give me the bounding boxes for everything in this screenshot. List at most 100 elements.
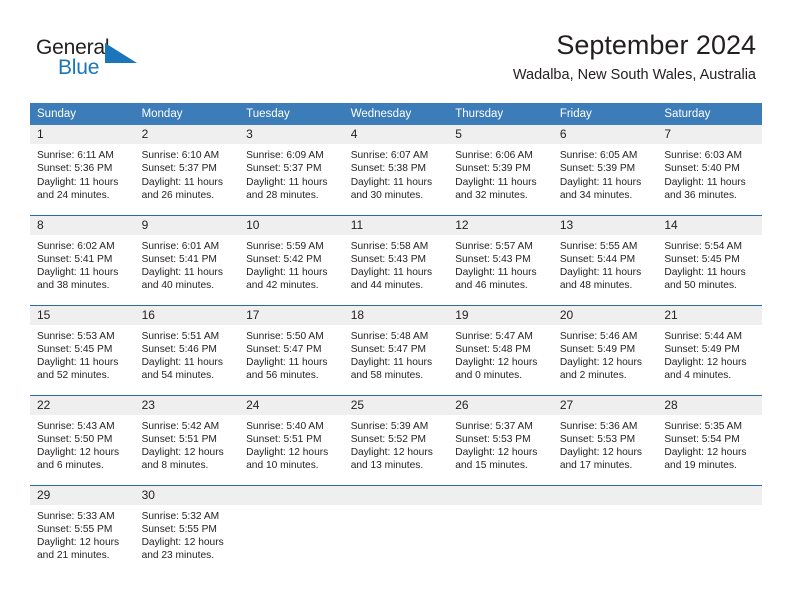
day-number: 18 — [343, 305, 449, 325]
calendar-day-cell[interactable]: 29 Sunrise: 5:33 AM Sunset: 5:55 PM Dayligh… — [30, 484, 135, 575]
daylight-text: Daylight: 11 hours and 30 minutes. — [350, 176, 433, 201]
sunset-text: Sunset: 5:41 PM — [141, 253, 217, 265]
calendar-day-cell[interactable]: 9 Sunrise: 6:01 AM Sunset: 5:41 PM Daylight… — [134, 214, 240, 305]
sunset-text: Sunset: 5:47 PM — [246, 343, 322, 355]
sunset-text: Sunset: 5:44 PM — [559, 253, 636, 265]
sunset-text: Sunset: 5:37 PM — [141, 163, 217, 175]
sunset-text: Sunset: 5:54 PM — [664, 433, 740, 445]
calendar-day-cell[interactable]: 16 Sunrise: 5:51 AM Sunset: 5:46 PM Dayligh… — [134, 304, 240, 395]
weekday-header-thursday: Thursday — [448, 103, 553, 125]
calendar-day-cell[interactable]: 11 Sunrise: 5:58 AM Sunset: 5:43 PM Dayligh… — [343, 214, 449, 305]
daylight-text: Daylight: 11 hours and 56 minutes. — [246, 357, 328, 382]
sunrise-text: Sunrise: 5:50 AM — [246, 330, 324, 342]
day-number: 19 — [448, 305, 553, 325]
calendar-day-cell[interactable]: 22 Sunrise: 5:43 AM Sunset: 5:50 PM Dayligh… — [30, 394, 135, 485]
daylight-text: Daylight: 12 hours and 8 minutes. — [141, 447, 224, 472]
calendar-day-cell[interactable]: 21 Sunrise: 5:44 AM Sunset: 5:49 PM Dayligh… — [657, 304, 762, 395]
day-details: Sunrise: 6:05 AM Sunset: 5:39 PM Daylight:… — [553, 144, 658, 202]
daylight-text: Daylight: 11 hours and 46 minutes. — [455, 267, 537, 292]
general-blue-logo[interactable]: General Blue — [36, 36, 166, 84]
sunrise-text: Sunrise: 5:37 AM — [455, 420, 533, 432]
sunset-text: Sunset: 5:51 PM — [246, 433, 322, 445]
day-number: 24 — [239, 395, 344, 415]
daylight-text: Daylight: 11 hours and 44 minutes. — [350, 267, 433, 292]
daylight-text: Daylight: 11 hours and 26 minutes. — [141, 176, 223, 201]
sunrise-text: Sunrise: 5:51 AM — [141, 330, 220, 342]
calendar-day-cell[interactable]: 20 Sunrise: 5:46 AM Sunset: 5:49 PM Dayligh… — [552, 304, 658, 395]
weekday-header-saturday: Saturday — [657, 103, 762, 125]
daylight-text: Daylight: 12 hours and 23 minutes. — [141, 537, 224, 562]
daylight-text: Daylight: 12 hours and 2 minutes. — [559, 357, 642, 382]
calendar-day-cell[interactable]: 6 Sunrise: 6:05 AM Sunset: 5:39 PM Daylight… — [552, 125, 658, 215]
calendar-day-cell[interactable]: 30 Sunrise: 5:32 AM Sunset: 5:55 PM Dayligh… — [134, 484, 240, 575]
day-details: Sunrise: 5:50 AM Sunset: 5:47 PM Daylight:… — [239, 325, 344, 383]
calendar-day-cell[interactable]: 1 Sunrise: 6:11 AM Sunset: 5:36 PM Daylight… — [30, 125, 135, 215]
calendar-day-cell[interactable]: 13 Sunrise: 5:55 AM Sunset: 5:44 PM Dayligh… — [552, 214, 658, 305]
day-details: Sunrise: 5:53 AM Sunset: 5:45 PM Daylight:… — [30, 325, 135, 383]
sunrise-text: Sunrise: 5:48 AM — [350, 330, 429, 342]
day-number: 21 — [657, 305, 762, 325]
sunset-text: Sunset: 5:47 PM — [350, 343, 427, 355]
calendar-day-cell[interactable]: 28 Sunrise: 5:35 AM Sunset: 5:54 PM Dayligh… — [657, 394, 762, 485]
day-details: Sunrise: 5:42 AM Sunset: 5:51 PM Daylight:… — [135, 415, 240, 473]
sunset-text: Sunset: 5:52 PM — [350, 433, 427, 445]
calendar-day-cell[interactable]: 25 Sunrise: 5:39 AM Sunset: 5:52 PM Dayligh… — [343, 394, 449, 485]
calendar-day-cell-empty — [448, 484, 553, 575]
daylight-text: Daylight: 12 hours and 4 minutes. — [664, 357, 747, 382]
sunset-text: Sunset: 5:51 PM — [141, 433, 217, 445]
calendar-day-cell[interactable]: 2 Sunrise: 6:10 AM Sunset: 5:37 PM Daylight… — [134, 125, 240, 215]
daylight-text: Daylight: 12 hours and 0 minutes. — [455, 357, 538, 382]
calendar-day-cell[interactable]: 17 Sunrise: 5:50 AM Sunset: 5:47 PM Dayligh… — [239, 304, 344, 395]
sunset-text: Sunset: 5:53 PM — [559, 433, 636, 445]
daylight-text: Daylight: 11 hours and 54 minutes. — [141, 357, 223, 382]
day-details: Sunrise: 6:09 AM Sunset: 5:37 PM Daylight:… — [239, 144, 344, 202]
day-number: 12 — [448, 215, 553, 235]
daylight-text: Daylight: 12 hours and 19 minutes. — [664, 447, 747, 472]
daylight-text: Daylight: 11 hours and 28 minutes. — [246, 176, 328, 201]
title-block: September 2024 Wadalba, New South Wales,… — [513, 28, 756, 86]
sunrise-text: Sunrise: 5:44 AM — [664, 330, 742, 342]
day-number: 6 — [552, 125, 658, 144]
weekday-header-monday: Monday — [134, 103, 240, 125]
calendar-day-cell-empty — [657, 484, 762, 575]
page-subtitle: Wadalba, New South Wales, Australia — [512, 67, 756, 83]
day-number: 17 — [239, 305, 344, 325]
sunrise-text: Sunrise: 5:33 AM — [37, 510, 115, 522]
day-details: Sunrise: 5:46 AM Sunset: 5:49 PM Daylight:… — [553, 325, 658, 383]
calendar-day-cell[interactable]: 24 Sunrise: 5:40 AM Sunset: 5:51 PM Dayligh… — [239, 394, 344, 485]
day-details: Sunrise: 5:48 AM Sunset: 5:47 PM Daylight:… — [344, 325, 449, 383]
sunrise-text: Sunrise: 5:58 AM — [350, 240, 429, 252]
triangle-icon — [105, 43, 137, 63]
day-details: Sunrise: 5:36 AM Sunset: 5:53 PM Daylight:… — [553, 415, 658, 473]
weekday-header-sunday: Sunday — [30, 103, 135, 125]
sunrise-text: Sunrise: 6:03 AM — [664, 150, 742, 161]
calendar-day-cell[interactable]: 27 Sunrise: 5:36 AM Sunset: 5:53 PM Dayligh… — [552, 394, 658, 485]
sunset-text: Sunset: 5:39 PM — [455, 163, 531, 175]
sunrise-text: Sunrise: 6:11 AM — [37, 150, 114, 161]
day-details: Sunrise: 5:35 AM Sunset: 5:54 PM Daylight:… — [657, 415, 762, 473]
calendar-day-cell[interactable]: 8 Sunrise: 6:02 AM Sunset: 5:41 PM Daylight… — [30, 214, 135, 305]
calendar-day-cell[interactable]: 10 Sunrise: 5:59 AM Sunset: 5:42 PM Dayligh… — [239, 214, 344, 305]
sunset-text: Sunset: 5:49 PM — [664, 343, 740, 355]
calendar-day-cell[interactable]: 7 Sunrise: 6:03 AM Sunset: 5:40 PM Daylight… — [657, 125, 762, 215]
calendar-day-cell[interactable]: 5 Sunrise: 6:06 AM Sunset: 5:39 PM Daylight… — [448, 125, 553, 215]
calendar-day-cell[interactable]: 23 Sunrise: 5:42 AM Sunset: 5:51 PM Dayligh… — [134, 394, 240, 485]
calendar-day-cell[interactable]: 26 Sunrise: 5:37 AM Sunset: 5:53 PM Dayligh… — [448, 394, 553, 485]
day-number: 26 — [448, 395, 553, 415]
calendar-day-cell[interactable]: 12 Sunrise: 5:57 AM Sunset: 5:43 PM Dayligh… — [448, 214, 553, 305]
day-number: 2 — [134, 125, 240, 144]
sunrise-text: Sunrise: 5:54 AM — [664, 240, 742, 252]
calendar-day-cell[interactable]: 15 Sunrise: 5:53 AM Sunset: 5:45 PM Dayligh… — [30, 304, 135, 395]
sunrise-text: Sunrise: 5:59 AM — [246, 240, 324, 252]
calendar-day-cell[interactable]: 4 Sunrise: 6:07 AM Sunset: 5:38 PM Daylight… — [343, 125, 449, 215]
sunrise-text: Sunrise: 5:53 AM — [37, 330, 115, 342]
calendar-day-cell[interactable]: 19 Sunrise: 5:47 AM Sunset: 5:48 PM Dayligh… — [448, 304, 553, 395]
calendar-day-cell[interactable]: 18 Sunrise: 5:48 AM Sunset: 5:47 PM Dayligh… — [343, 304, 449, 395]
calendar-day-cell[interactable]: 14 Sunrise: 5:54 AM Sunset: 5:45 PM Dayligh… — [657, 214, 762, 305]
sunset-text: Sunset: 5:41 PM — [37, 253, 113, 265]
daylight-text: Daylight: 12 hours and 10 minutes. — [246, 447, 329, 472]
sunset-text: Sunset: 5:53 PM — [455, 433, 531, 445]
sunset-text: Sunset: 5:48 PM — [455, 343, 531, 355]
calendar-day-cell[interactable]: 3 Sunrise: 6:09 AM Sunset: 5:37 PM Daylight… — [239, 125, 344, 215]
calendar-day-cell-empty — [552, 484, 658, 575]
